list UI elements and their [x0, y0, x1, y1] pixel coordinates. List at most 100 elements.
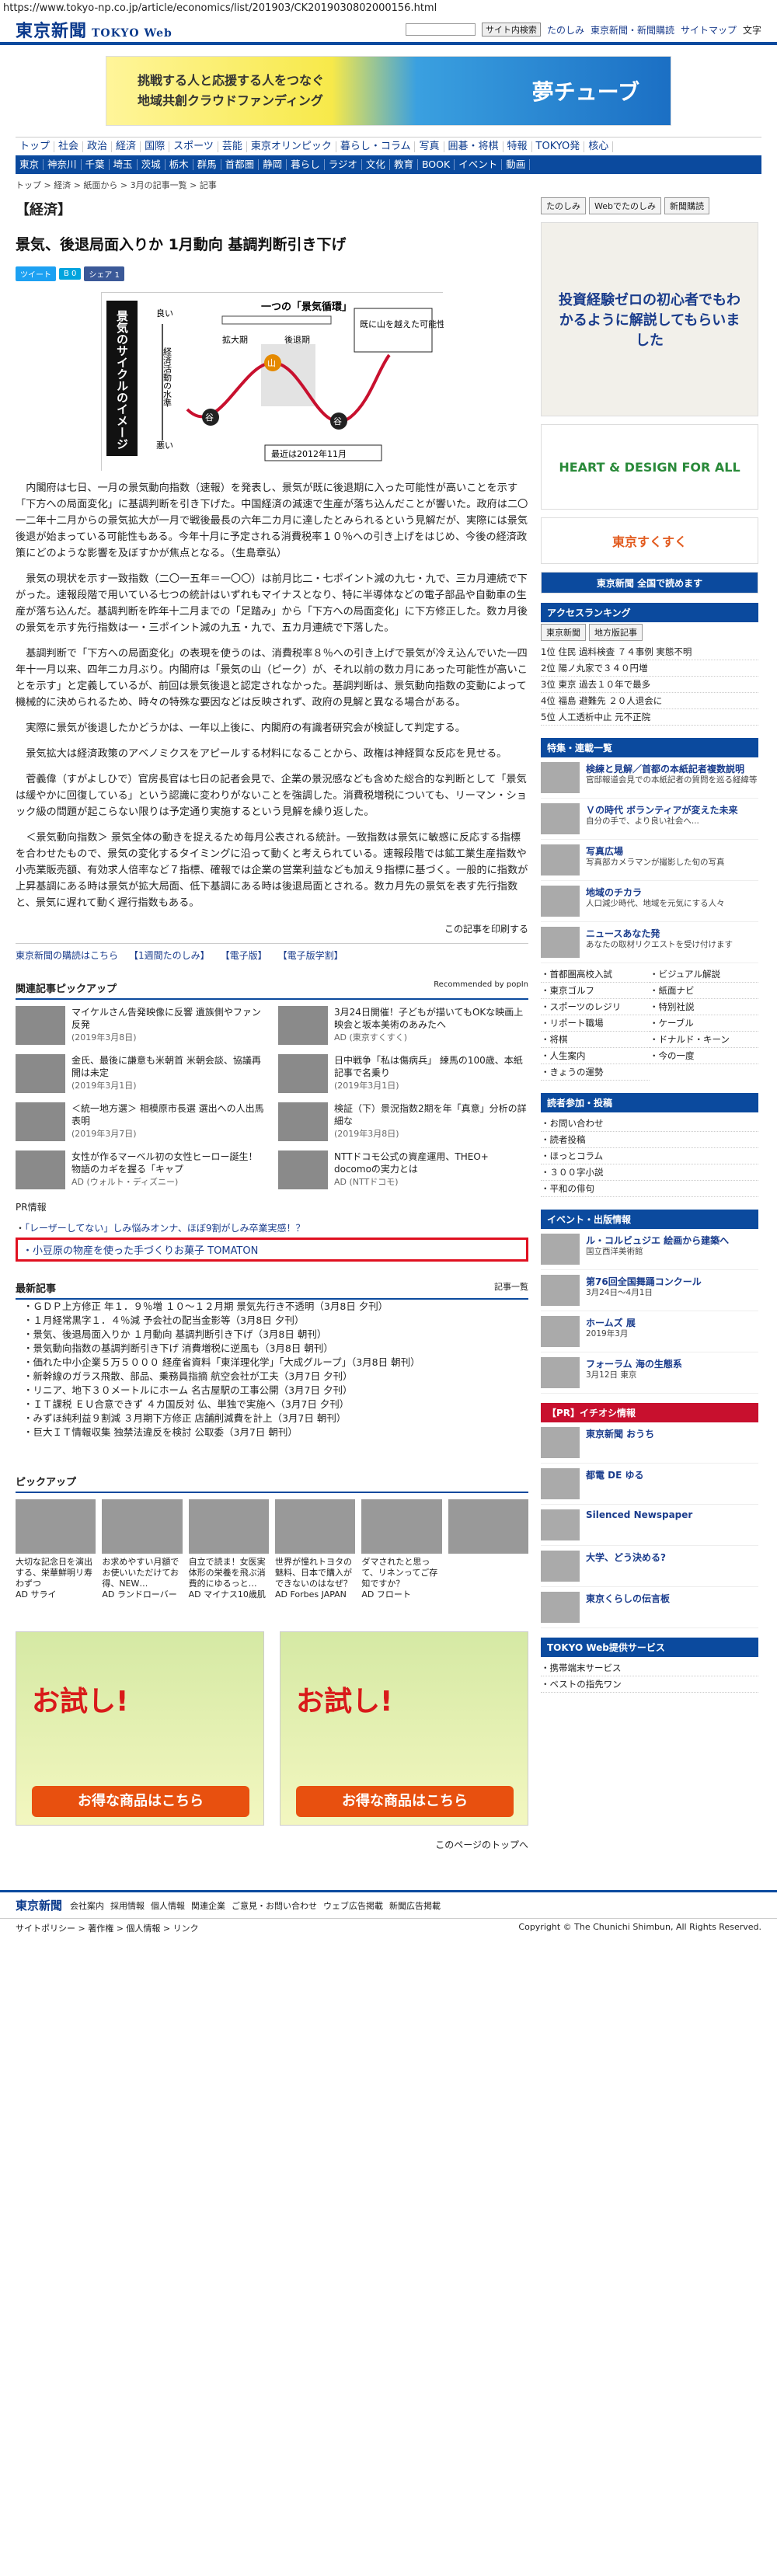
- latest-news-item[interactable]: ・景気動向指数の基調判断引き下げ 消費増税に逆風も（3月8日 朝刊）: [16, 1342, 528, 1356]
- digital-student-link[interactable]: 【電子版学割】: [278, 949, 343, 962]
- pickup2-item[interactable]: 世界が憧れトヨタの魅料、日本で購入ができないのはなぜ？ AD Forbes JAP…: [275, 1499, 356, 1600]
- nav-item[interactable]: 政治: [83, 141, 113, 152]
- side-link[interactable]: ・ドナルド・キーン: [650, 1032, 758, 1048]
- nav-item[interactable]: 囲碁・将棋: [444, 141, 503, 152]
- nav-item[interactable]: 東京オリンピック: [247, 141, 336, 152]
- ranking-tab-local[interactable]: 地方版記事: [589, 624, 643, 641]
- event-item[interactable]: ル・コルビュジエ 絵画から建築へ 国立西洋美術館: [541, 1229, 758, 1270]
- subscribe-link[interactable]: 東京新聞の購読はこちら: [16, 949, 118, 962]
- pickup2-item[interactable]: お求めやすい月額でお使いいただけてお得、NEW… AD ランドローバー: [102, 1499, 183, 1600]
- pr-item[interactable]: 東京新聞 おうち: [541, 1422, 758, 1464]
- special-title[interactable]: 検練と見解／首都の本紙記者複数説明: [586, 762, 758, 775]
- nav-item[interactable]: 写真: [415, 141, 444, 152]
- nav-item[interactable]: トップ: [16, 141, 55, 152]
- pickup2-title[interactable]: ダマされたと思って、リネンってご存知ですか？: [361, 1557, 441, 1589]
- nav-region-item[interactable]: 東京: [16, 159, 44, 170]
- tweet-button[interactable]: ツイート: [16, 266, 56, 281]
- special-item[interactable]: 写真広場 写真部カメラマンが撮影した旬の写真: [541, 840, 758, 881]
- pickup-title[interactable]: 3月24日開催！子どもが描いてもOKな映画上映会と坂本美術のあみたへ: [334, 1006, 528, 1031]
- event-item[interactable]: フォーラム 海の生態系 3月12日 東京: [541, 1352, 758, 1394]
- tokyoweb-item[interactable]: ・ベストの指先ワン: [541, 1676, 758, 1693]
- nav-region-item[interactable]: 文化: [362, 159, 390, 170]
- nav-region-item[interactable]: 千葉: [82, 159, 110, 170]
- trial-ad-right[interactable]: お試し! お得な商品はこちら: [280, 1631, 528, 1826]
- pr-link-2[interactable]: ・小豆原の物産を使った手づくりお菓子 TOMATON: [16, 1238, 528, 1262]
- pr-link-1[interactable]: ・「レーザーしてない」しみ悩みオンナ、ほぼ9割がしみ卒業実感！？: [16, 1221, 528, 1234]
- latest-news-item[interactable]: ・景気、後退局面入りか １月動向 基調判断引き下げ（3月8日 朝刊）: [16, 1328, 528, 1342]
- nav-region-item[interactable]: 神奈川: [44, 159, 82, 170]
- nav-region-item[interactable]: ラジオ: [325, 159, 362, 170]
- heart-design-ad[interactable]: HEART & DESIGN FOR ALL: [541, 424, 758, 510]
- pickup2-item[interactable]: ダマされたと思って、リネンってご存知ですか？ AD フロート: [361, 1499, 442, 1600]
- pr-title[interactable]: 東京くらしの伝言板: [586, 1592, 670, 1605]
- nav-region-item[interactable]: 静岡: [259, 159, 287, 170]
- nav-item[interactable]: 芸能: [218, 141, 247, 152]
- nav-item[interactable]: スポーツ: [169, 141, 218, 152]
- pickup-item[interactable]: 日中戦争「私は傷病兵」 練馬の100歳、本紙記事で名乗り (2019年3月1日): [278, 1054, 528, 1096]
- nav-region-item[interactable]: 首都圏: [221, 159, 260, 170]
- nav-region-item[interactable]: 群馬: [193, 159, 221, 170]
- pickup-item[interactable]: 金氏、最後に謙意も米朝首 米朝会談、協議再開は未定 (2019年3月1日): [16, 1054, 266, 1096]
- latest-news-item[interactable]: ・リニア、地下３０メートルにホーム 名古屋駅の工事公開（3月7日 夕刊）: [16, 1384, 528, 1398]
- side-link[interactable]: ・今の一度: [650, 1048, 758, 1064]
- pickup-item[interactable]: 女性が作るマーベル初の女性ヒーロー誕生！物語のカギを握る「キャプ AD (ウォルト…: [16, 1150, 266, 1192]
- event-item[interactable]: ホームズ 展 2019年3月: [541, 1311, 758, 1352]
- pr-title[interactable]: Silenced Newspaper: [586, 1509, 692, 1520]
- side-link[interactable]: ・人生案内: [541, 1048, 650, 1064]
- nav-region-item[interactable]: 栃木: [166, 159, 193, 170]
- event-title[interactable]: 第76回全国舞踊コンクール: [586, 1275, 702, 1288]
- side-link[interactable]: ・ビジュアル解説: [650, 966, 758, 983]
- footer-link[interactable]: 個人情報: [151, 1899, 185, 1912]
- side-link[interactable]: ・特別社説: [650, 999, 758, 1015]
- pickup-item[interactable]: NTTドコモ公式の資産運用、THEO+ docomoの実力とは AD (NTTドコ…: [278, 1150, 528, 1192]
- pickup-item[interactable]: マイケルさん告発映像に反響 遺族側やファン反発 (2019年3月8日): [16, 1006, 266, 1048]
- footer-policy-links[interactable]: サイトポリシー > 著作権 > 個人情報 > リンク: [16, 1922, 199, 1934]
- footer-logo[interactable]: 東京新聞: [16, 1897, 62, 1913]
- pr-item[interactable]: 都電 DE ゆる: [541, 1464, 758, 1505]
- nav-item[interactable]: 特報: [503, 141, 532, 152]
- ranking-item[interactable]: 5位 人工透析中止 元不正院: [541, 709, 758, 726]
- trial-ad-left[interactable]: お試し! お得な商品はこちら: [16, 1631, 264, 1826]
- special-title[interactable]: Ｖの時代 ボランティアが変えた未来: [586, 803, 737, 816]
- pr-item[interactable]: 東京くらしの伝言板: [541, 1587, 758, 1628]
- pr-title[interactable]: 都電 DE ゆる: [586, 1468, 644, 1481]
- pickup2-title[interactable]: 大切な記念日を演出する、栄華鮮明リ寿わずつ: [16, 1557, 96, 1589]
- ranking-item[interactable]: 3位 東京 過去１０年で最多: [541, 677, 758, 693]
- latest-news-item[interactable]: ・みずほ純利益９割減 ３月期下方修正 店舗削減費を計上（3月7日 朝刊）: [16, 1412, 528, 1426]
- latest-news-item[interactable]: ・新幹線のガラス飛散、部品、乗務員指摘 航空会社が工夫（3月7日 夕刊）: [16, 1370, 528, 1384]
- pickup2-item[interactable]: 自立で読ま！女医実体形の栄養を飛ぶ消費的にゆるっと… AD マイナス10歳肌: [188, 1499, 269, 1600]
- site-search-input[interactable]: [405, 23, 476, 36]
- side-tab-tanoshimi[interactable]: たのしみ: [541, 197, 586, 214]
- sanka-item[interactable]: ・読者投稿: [541, 1132, 758, 1148]
- hatena-button[interactable]: B 0: [59, 268, 82, 280]
- special-item[interactable]: Ｖの時代 ボランティアが変えた未来 自分の手で、より良い社会へ...: [541, 799, 758, 840]
- pickup-item[interactable]: 3月24日開催！子どもが描いてもOKな映画上映会と坂本美術のあみたへ AD (東京…: [278, 1006, 528, 1048]
- pickup2-title[interactable]: 世界が憧れトヨタの魅料、日本で購入ができないのはなぜ？: [275, 1557, 355, 1589]
- special-title[interactable]: 写真広場: [586, 844, 725, 858]
- top-banner-ad[interactable]: 挑戦する人と応援する人をつなぐ 地域共創クラウドファンディング 夢チューブ: [106, 56, 671, 126]
- ranking-item[interactable]: 1位 住民 過料検査 ７４事例 実態不明: [541, 644, 758, 660]
- event-title[interactable]: フォーラム 海の生態系: [586, 1357, 682, 1370]
- nav-region-item[interactable]: BOOK: [418, 159, 455, 170]
- facebook-share-button[interactable]: シェア 1: [84, 266, 124, 281]
- nisa-ad[interactable]: 投資経験ゼロの初心者でもわかるように解説してもらいました: [541, 222, 758, 416]
- sanka-item[interactable]: ・３００字小説: [541, 1164, 758, 1181]
- pr-title[interactable]: 大学、どう決める?: [586, 1551, 666, 1564]
- footer-link[interactable]: 会社案内: [70, 1899, 104, 1912]
- pickup-title[interactable]: 女性が作るマーベル初の女性ヒーロー誕生！物語のカギを握る「キャプ: [71, 1150, 266, 1175]
- pickup-item[interactable]: ＜統一地方選＞ 相模原市長選 選出への人出馬表明 (2019年3月7日): [16, 1102, 266, 1144]
- pickup-title[interactable]: ＜統一地方選＞ 相模原市長選 選出への人出馬表明: [71, 1102, 266, 1127]
- nav-item[interactable]: 経済: [112, 141, 141, 152]
- footer-link[interactable]: 関連企業: [191, 1899, 225, 1912]
- event-item[interactable]: 第76回全国舞踊コンクール 3月24日～4月1日: [541, 1270, 758, 1311]
- pickup-title[interactable]: NTTドコモ公式の資産運用、THEO+ docomoの実力とは: [334, 1150, 528, 1175]
- side-link[interactable]: ・紙面ナビ: [650, 983, 758, 999]
- ranking-tab-tokyo[interactable]: 東京新聞: [541, 624, 586, 641]
- nav-item[interactable]: 核心: [584, 141, 614, 152]
- side-link[interactable]: ・きょうの運勢: [541, 1064, 650, 1081]
- side-link[interactable]: ・スポーツのレジリ: [541, 999, 650, 1015]
- nationwide-banner[interactable]: 東京新聞 全国で読めます: [541, 572, 758, 594]
- pickup-item[interactable]: 検証（下）景況指数2期を年「真意」分析の詳細な (2019年3月8日): [278, 1102, 528, 1144]
- pr-item[interactable]: Silenced Newspaper: [541, 1505, 758, 1546]
- sanka-item[interactable]: ・お問い合わせ: [541, 1116, 758, 1132]
